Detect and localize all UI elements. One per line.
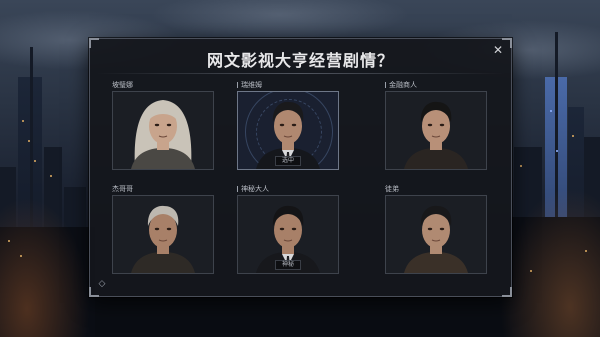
character-name-text: 徒弟	[385, 185, 399, 193]
eye	[291, 123, 297, 127]
street-below	[95, 297, 510, 337]
character-portrait	[404, 101, 468, 169]
character-portrait-frame[interactable]	[385, 91, 487, 170]
character-name: 瑞维姆	[237, 80, 262, 90]
character-name: 杰哥哥	[112, 184, 133, 194]
shoulders	[404, 148, 468, 169]
character-name-text: 瑞维姆	[241, 81, 262, 89]
character-name: 徒弟	[385, 184, 399, 194]
eye	[154, 227, 160, 231]
eye	[439, 123, 445, 127]
character-name-text: 坡璧娜	[112, 81, 133, 89]
label-marker	[385, 82, 386, 88]
character-select-dialog: 网文影视大亨经营剧情？ ✕ 坡璧娜 瑞维姆选中 金融商人杰哥哥 神秘大人神秘 徒弟 ◇	[89, 38, 512, 297]
portrait-caption: 选中	[274, 156, 302, 166]
character-name: 金融商人	[385, 80, 417, 90]
shoulders	[404, 252, 468, 273]
lantern-glow	[500, 187, 600, 337]
eye	[427, 227, 433, 231]
character-portrait-frame[interactable]	[112, 91, 214, 170]
settings-diamond-icon[interactable]: ◇	[96, 278, 108, 290]
character-portrait-frame[interactable]: 选中	[237, 91, 339, 170]
character-portrait	[131, 205, 195, 273]
lantern-glow	[0, 197, 90, 337]
shoulders	[131, 252, 195, 273]
dialog-title: 网文影视大亨经营剧情？	[206, 51, 394, 70]
frame-corner	[502, 287, 512, 297]
eye	[439, 227, 445, 231]
character-portrait-frame[interactable]	[385, 195, 487, 274]
label-marker	[237, 82, 238, 88]
close-icon[interactable]: ✕	[491, 43, 505, 57]
eye	[154, 123, 160, 127]
character-portrait	[404, 205, 468, 273]
character-name: 神秘大人	[237, 184, 269, 194]
character-name-text: 杰哥哥	[112, 185, 133, 193]
eye	[291, 227, 297, 231]
eye	[279, 227, 285, 231]
portrait-caption: 神秘	[274, 260, 302, 270]
character-name-text: 神秘大人	[241, 185, 269, 193]
title-divider	[96, 73, 505, 74]
character-name-text: 金融商人	[389, 81, 417, 89]
eye	[166, 123, 172, 127]
character-portrait-frame[interactable]: 神秘	[237, 195, 339, 274]
character-portrait	[131, 100, 195, 169]
eye	[166, 227, 172, 231]
character-name: 坡璧娜	[112, 80, 133, 90]
character-portrait-frame[interactable]	[112, 195, 214, 274]
eye	[279, 123, 285, 127]
label-marker	[237, 186, 238, 192]
eye	[427, 123, 433, 127]
